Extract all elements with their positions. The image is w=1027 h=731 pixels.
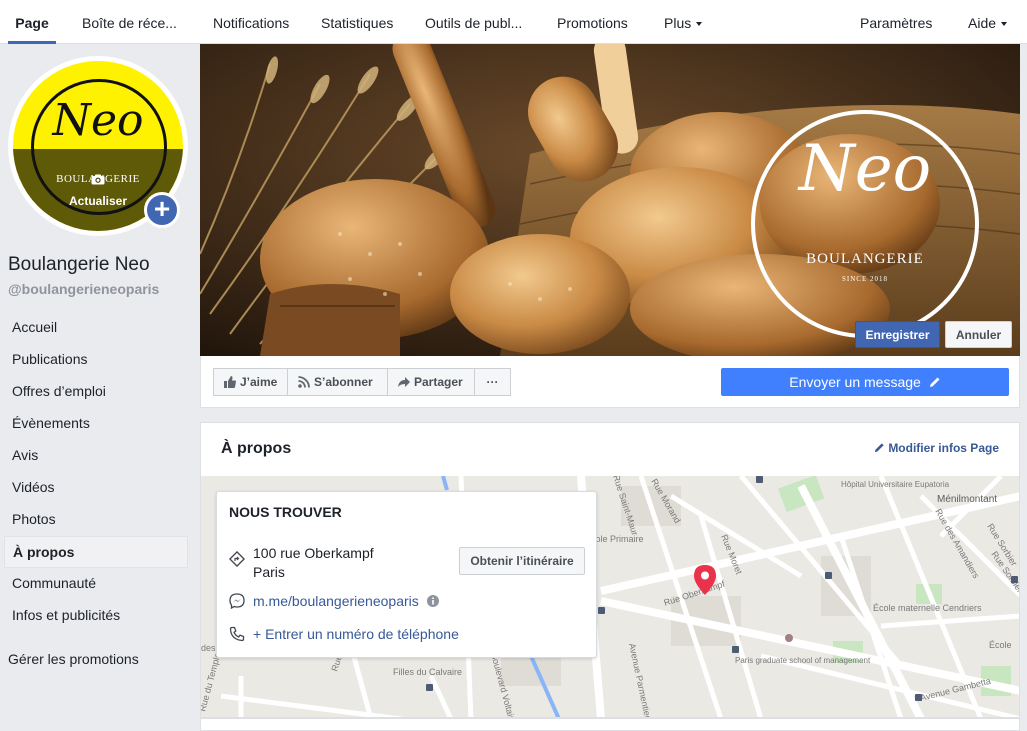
next-card-edge bbox=[200, 718, 1020, 731]
cancel-button[interactable]: Annuler bbox=[945, 321, 1012, 348]
sidebar-item-posts[interactable]: Publications bbox=[4, 344, 188, 376]
map-label: Paris graduate school of management bbox=[735, 656, 871, 665]
rss-follow-icon bbox=[298, 375, 310, 388]
sidebar-item-jobs[interactable]: Offres d’emploi bbox=[4, 376, 188, 408]
sidebar-item-label: Vidéos bbox=[12, 479, 55, 495]
follow-button[interactable]: S’abonner bbox=[287, 368, 388, 396]
page-action-bar: J’aime S’abonner Partager ··· Envoyer un… bbox=[200, 356, 1020, 408]
tab-statistics[interactable]: Statistiques bbox=[321, 0, 393, 44]
tab-more-label: Plus bbox=[664, 15, 692, 31]
tab-publishing-tools[interactable]: Outils de publ... bbox=[425, 0, 522, 44]
tab-inbox-label: Boîte de réce... bbox=[82, 15, 177, 31]
sidebar-item-label: Communauté bbox=[12, 575, 97, 591]
tab-promotions[interactable]: Promotions bbox=[557, 0, 628, 44]
share-arrow-icon bbox=[398, 376, 410, 387]
sidebar-item-label: Photos bbox=[12, 511, 56, 527]
cover-logo-text: Neo bbox=[798, 132, 932, 206]
profile-logo-text: Neo bbox=[52, 95, 144, 146]
sidebar-item-about[interactable]: À propos bbox=[4, 536, 188, 568]
about-title: À propos bbox=[221, 440, 292, 457]
cover-logo-since: SINCE 2018 bbox=[842, 275, 888, 283]
tab-notifications-label: Notifications bbox=[213, 15, 290, 31]
plus-icon: + bbox=[153, 193, 171, 224]
address-city: Paris bbox=[253, 564, 285, 580]
sidebar-item-home[interactable]: Accueil bbox=[4, 312, 188, 344]
sidebar-item-label: À propos bbox=[13, 544, 75, 560]
map-pin-icon[interactable] bbox=[694, 565, 716, 595]
edit-page-info-label: Modifier infos Page bbox=[888, 441, 999, 455]
messenger-link-label: m.me/boulangerieneoparis bbox=[253, 593, 419, 609]
tab-publishing-tools-label: Outils de publ... bbox=[425, 15, 523, 31]
phone-icon bbox=[229, 626, 245, 642]
find-us-card: NOUS TROUVER 100 rue Oberkampf Paris Obt… bbox=[216, 491, 597, 658]
manage-promotions-link[interactable]: Gérer les promotions bbox=[8, 651, 139, 667]
cover-logo-subtext: BOULANGERIE bbox=[806, 251, 924, 267]
sidebar-item-label: Avis bbox=[12, 447, 39, 463]
cover-photo[interactable]: Neo BOULANGERIE SINCE 2018 bbox=[200, 44, 1020, 356]
more-options-button[interactable]: ··· bbox=[474, 368, 511, 396]
sidebar-nav: Accueil Publications Offres d’emploi Évè… bbox=[4, 312, 188, 632]
more-dots-icon: ··· bbox=[486, 375, 499, 389]
tab-help-label: Aide bbox=[968, 15, 997, 31]
map-label: Hôpital Universitaire Eupatoria bbox=[841, 480, 950, 489]
pencil-icon bbox=[929, 377, 940, 387]
map-label: École maternelle Cendriers bbox=[873, 603, 982, 613]
tab-settings-label: Paramètres bbox=[860, 15, 933, 31]
sidebar-item-photos[interactable]: Photos bbox=[4, 504, 188, 536]
pencil-icon bbox=[875, 443, 884, 453]
tab-help[interactable]: Aide bbox=[968, 0, 1008, 44]
follow-label: S’abonner bbox=[314, 375, 373, 389]
map-label: Ménilmontant bbox=[937, 494, 997, 505]
send-message-label: Envoyer un message bbox=[789, 374, 921, 390]
save-button[interactable]: Enregistrer bbox=[855, 321, 940, 348]
edit-page-info-link[interactable]: Modifier infos Page bbox=[874, 441, 999, 455]
get-directions-button[interactable]: Obtenir l’itinéraire bbox=[459, 547, 585, 575]
info-icon[interactable] bbox=[426, 594, 439, 607]
tab-page[interactable]: Page bbox=[8, 0, 56, 44]
sidebar-item-label: Publications bbox=[12, 351, 88, 367]
share-label: Partager bbox=[414, 375, 463, 389]
map-label: Filles du Calvaire bbox=[393, 667, 462, 677]
page-top-nav: Page Boîte de réce... Notifications Stat… bbox=[0, 0, 1027, 44]
sidebar-item-label: Accueil bbox=[12, 319, 58, 335]
find-us-title: NOUS TROUVER bbox=[229, 504, 342, 520]
tab-settings[interactable]: Paramètres bbox=[860, 0, 932, 44]
like-button[interactable]: J’aime bbox=[213, 368, 288, 396]
sidebar-item-info-and-ads[interactable]: Infos et publicités bbox=[4, 600, 188, 632]
tab-promotions-label: Promotions bbox=[557, 15, 628, 31]
tab-more[interactable]: Plus bbox=[664, 0, 703, 44]
camera-icon bbox=[91, 174, 105, 185]
messenger-link[interactable]: m.me/boulangerieneoparis bbox=[253, 593, 439, 609]
sidebar-item-label: Évènements bbox=[12, 415, 90, 431]
tab-statistics-label: Statistiques bbox=[321, 15, 394, 31]
sidebar-item-label: Infos et publicités bbox=[12, 607, 121, 623]
chevron-down-icon bbox=[1001, 22, 1008, 27]
like-label: J’aime bbox=[240, 375, 278, 389]
sidebar-item-community[interactable]: Communauté bbox=[4, 568, 188, 600]
chevron-down-icon bbox=[696, 22, 703, 27]
page-handle[interactable]: @boulangerieneoparis bbox=[8, 281, 159, 297]
sidebar-item-reviews[interactable]: Avis bbox=[4, 440, 188, 472]
send-message-button[interactable]: Envoyer un message bbox=[721, 368, 1009, 396]
thumbs-up-icon bbox=[224, 375, 236, 388]
tab-inbox[interactable]: Boîte de réce... bbox=[82, 0, 177, 44]
sidebar-item-videos[interactable]: Vidéos bbox=[4, 472, 188, 504]
add-phone-link[interactable]: + Entrer un numéro de téléphone bbox=[253, 626, 459, 642]
sidebar-item-events[interactable]: Évènements bbox=[4, 408, 188, 440]
directions-icon bbox=[229, 551, 245, 567]
tab-notifications[interactable]: Notifications bbox=[213, 0, 289, 44]
messenger-icon bbox=[229, 593, 245, 609]
add-button[interactable]: + bbox=[144, 192, 180, 228]
sidebar-item-label: Offres d’emploi bbox=[12, 383, 106, 399]
share-button[interactable]: Partager bbox=[387, 368, 475, 396]
page-name: Boulangerie Neo bbox=[8, 254, 150, 275]
tab-page-label: Page bbox=[15, 15, 49, 31]
map-label: École bbox=[989, 640, 1012, 650]
address-line1: 100 rue Oberkampf bbox=[253, 545, 374, 561]
